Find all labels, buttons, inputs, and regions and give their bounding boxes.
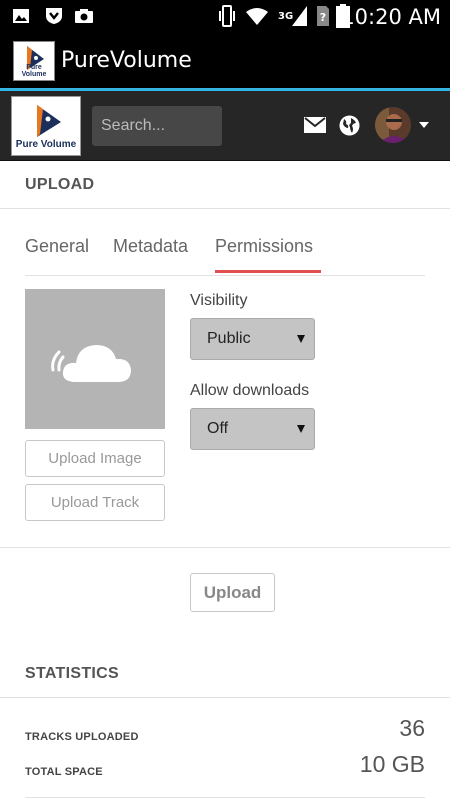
upload-image-button[interactable]: Upload Image xyxy=(25,440,165,477)
avatar[interactable] xyxy=(375,107,411,143)
divider xyxy=(0,208,450,209)
dropdown-arrow-icon xyxy=(297,335,305,343)
cloud-icon xyxy=(51,345,131,382)
app-bar: Pure Volume PureVolume xyxy=(0,33,450,90)
status-bar: 3G ? 10:20 AM xyxy=(0,0,450,33)
allow-downloads-value: Off xyxy=(207,420,229,437)
app-logo[interactable]: Pure Volume xyxy=(13,41,55,81)
camera-icon xyxy=(75,9,93,23)
upload-track-button[interactable]: Upload Track xyxy=(25,484,165,521)
network-type: 3G xyxy=(278,11,294,22)
statistics-section-title: STATISTICS xyxy=(25,665,119,682)
tab-metadata[interactable]: Metadata xyxy=(113,236,188,257)
visibility-select[interactable]: Public xyxy=(190,318,315,360)
no-sim-icon: ? xyxy=(317,6,329,26)
visibility-label: Visibility xyxy=(190,292,248,309)
screen: 3G ? 10:20 AM Pure Volume PureVolume Pur… xyxy=(0,0,450,800)
upload-section-title: UPLOAD xyxy=(25,176,95,193)
mail-icon[interactable] xyxy=(304,117,326,133)
artwork-placeholder[interactable] xyxy=(25,289,165,429)
tracks-uploaded-label: TRACKS UPLOADED xyxy=(25,731,139,743)
total-space-value: 10 GB xyxy=(359,751,425,777)
vibrate-icon xyxy=(219,5,235,27)
gallery-icon xyxy=(13,9,29,23)
dropdown-arrow-icon xyxy=(297,425,305,433)
divider xyxy=(0,697,450,698)
wifi-icon xyxy=(246,8,268,25)
caret-down-icon[interactable] xyxy=(419,122,429,128)
divider xyxy=(25,797,425,798)
allow-downloads-select[interactable]: Off xyxy=(190,408,315,450)
app-title: PureVolume xyxy=(61,48,192,73)
visibility-value: Public xyxy=(207,330,251,347)
tracks-uploaded-value: 36 xyxy=(399,715,425,741)
site-logo[interactable]: Pure Volume xyxy=(11,96,81,156)
total-space-label: TOTAL SPACE xyxy=(25,766,103,778)
tabs-divider xyxy=(25,275,425,276)
upload-submit-button[interactable]: Upload xyxy=(190,573,275,612)
active-tab-indicator xyxy=(215,270,321,273)
divider xyxy=(0,547,450,548)
app-logo-text: Pure Volume xyxy=(21,64,47,78)
tab-permissions[interactable]: Permissions xyxy=(215,236,313,257)
clock: 10:20 AM xyxy=(341,5,441,29)
svg-text:?: ? xyxy=(320,11,326,24)
search-input[interactable] xyxy=(92,106,222,146)
allow-downloads-label: Allow downloads xyxy=(190,382,310,399)
app-shield-icon xyxy=(46,8,62,24)
globe-icon[interactable] xyxy=(339,115,360,136)
site-logo-text: Pure Volume xyxy=(15,139,77,150)
signal-icon xyxy=(292,6,307,26)
tab-general[interactable]: General xyxy=(25,236,89,257)
